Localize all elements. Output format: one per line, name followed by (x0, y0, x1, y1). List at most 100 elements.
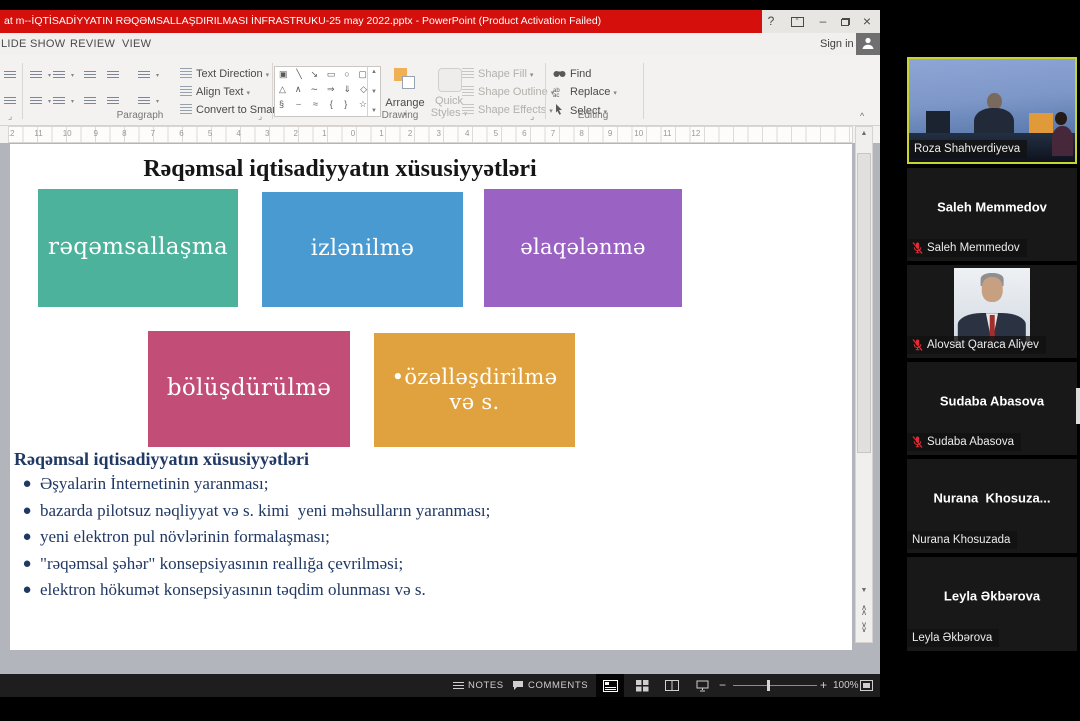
bullet-dot: ● (14, 501, 40, 521)
slide-show-icon (696, 680, 709, 692)
indent-increase-button[interactable] (105, 68, 122, 84)
ruler-number: 3 (432, 129, 446, 138)
normal-view-button[interactable] (596, 674, 624, 697)
zoom-out-button[interactable]: − (719, 674, 726, 697)
close-button[interactable]: × (856, 10, 878, 33)
participant-tile[interactable]: Nurana Khosuza...Nurana Khosuzada (907, 459, 1077, 553)
find-button[interactable]: Find (553, 68, 591, 84)
arrange-button[interactable]: Arrange (378, 97, 432, 109)
shape-icon[interactable]: ╲ (296, 67, 301, 82)
font-group-partial-icon[interactable] (2, 94, 19, 110)
participant-tile[interactable]: Alovsat Qaraca Aliyev (907, 265, 1077, 358)
replace-button[interactable]: abacReplace▾ (553, 86, 617, 102)
tab-slide-show[interactable]: LIDE SHOW (1, 33, 65, 55)
line-spacing-button[interactable]: ▾ (136, 68, 153, 84)
shape-icon[interactable]: ⇓ (344, 82, 352, 97)
participant-name-label: Saleh Memmedov (907, 239, 1027, 257)
bullet-item: ●yeni elektron pul növlərinin formalaşma… (14, 527, 734, 547)
text-direction-button[interactable]: Text Direction▾ (180, 68, 269, 84)
tab-view[interactable]: VIEW (122, 33, 151, 55)
slide-list-heading[interactable]: Rəqəmsal iqtisadiyyatın xüsusiyyətləri (14, 449, 309, 470)
shape-icon[interactable]: § (279, 97, 284, 112)
slide-canvas[interactable]: Rəqəmsal iqtisadiyyatın xüsusiyyətləri r… (10, 144, 852, 650)
columns-button[interactable]: ▾ (136, 94, 153, 110)
slide-shape[interactable]: •özəlləşdirilmə və s. (374, 333, 575, 447)
bullets-icon (30, 71, 42, 80)
align-right-button[interactable] (82, 94, 99, 110)
shape-icon[interactable]: ↘ (311, 67, 319, 82)
numbering-button[interactable]: ▾ (51, 68, 68, 84)
tab-review[interactable]: REVIEW (70, 33, 115, 55)
slide-scrollbar[interactable]: ▲ ▼ ∧∧ ∨∨ (855, 126, 873, 643)
ruler-number: 10 (632, 129, 646, 138)
shape-icon[interactable]: ▢ (358, 67, 367, 82)
arrange-icon (394, 68, 416, 90)
shape-icon[interactable]: ◇ (360, 82, 367, 97)
ribbon-display-options-button[interactable]: ^ (786, 10, 808, 33)
participant-tile[interactable]: Sudaba Abasova Sudaba Abasova (907, 362, 1077, 455)
fit-slide-to-window-icon[interactable] (860, 680, 873, 691)
slide-shape[interactable]: əlaqələnmə (484, 189, 682, 307)
shape-icon[interactable]: △ (279, 82, 286, 97)
slide-title[interactable]: Rəqəmsal iqtisadiyyatın xüsusiyyətləri (10, 156, 670, 183)
zoom-slider-track[interactable] (733, 685, 817, 686)
next-slide-button[interactable]: ∨∨ (856, 622, 872, 632)
horizontal-ruler[interactable]: 1211109876543210123456789101112 (8, 126, 853, 143)
shape-icon[interactable]: ⌣ (296, 97, 302, 112)
zoom-slider-thumb[interactable] (767, 680, 770, 691)
slide-shape-label: izlənilmə (297, 236, 429, 262)
shape-icon[interactable]: ▣ (279, 67, 288, 82)
shape-icon[interactable]: ∧ (295, 82, 302, 97)
slide-bullet-list[interactable]: ●Əşyalarin İnternetinin yaranması;●bazar… (14, 474, 734, 607)
slide-show-view-button[interactable] (688, 674, 716, 697)
restore-button[interactable] (834, 10, 856, 33)
comments-button[interactable]: COMMENTS (528, 674, 588, 697)
slide-shape[interactable]: bölüşdürülmə (148, 331, 350, 447)
reading-view-button[interactable] (658, 674, 686, 697)
align-center-button[interactable]: ▾ (51, 94, 68, 110)
justify-button[interactable] (105, 94, 122, 110)
shape-icon[interactable]: ∼ (310, 82, 318, 97)
scroll-down-icon[interactable]: ▼ (856, 587, 872, 594)
ribbon-display-options-icon: ^ (791, 17, 804, 27)
scrollbar-thumb[interactable] (857, 153, 871, 453)
slide-sorter-view-button[interactable] (628, 674, 656, 697)
shape-outline-button[interactable]: Shape Outline▾ (462, 86, 554, 102)
account-avatar[interactable] (856, 33, 880, 55)
format-painter-partial-icon[interactable] (2, 68, 19, 84)
previous-slide-button[interactable]: ∧∧ (856, 605, 872, 615)
notes-button[interactable]: NOTES (468, 674, 504, 697)
minimize-button[interactable]: – (812, 10, 834, 33)
paragraph-dialog-launcher[interactable]: ⌟ (258, 111, 262, 122)
help-button[interactable]: ? (760, 10, 782, 33)
participant-tile[interactable]: Leyla ƏkbərovaLeyla Əkbərova (907, 557, 1077, 651)
slide-shape[interactable]: izlənilmə (262, 192, 463, 307)
participant-tile[interactable]: Roza Shahverdiyeva (907, 57, 1077, 164)
shape-icon[interactable]: ≈ (313, 97, 318, 112)
participant-tile[interactable]: Saleh Memmedov Saleh Memmedov (907, 168, 1077, 261)
collapse-ribbon-button[interactable]: ^ (860, 111, 864, 121)
shape-outline-icon (462, 86, 474, 96)
align-left-button[interactable]: ▾ (28, 94, 45, 110)
shape-icon[interactable]: ▭ (327, 67, 336, 82)
zoom-level[interactable]: 100% (833, 674, 859, 697)
drawing-dialog-launcher[interactable]: ⌟ (530, 111, 534, 122)
align-text-button[interactable]: Align Text▾ (180, 86, 250, 102)
font-dialog-launcher[interactable]: ⌟ (8, 111, 12, 122)
shape-icon[interactable]: ○ (344, 67, 349, 82)
participants-scrollbar-thumb[interactable] (1076, 388, 1080, 424)
shape-icon[interactable]: ⇒ (327, 82, 335, 97)
bullets-button[interactable]: ▾ (28, 68, 45, 84)
shape-effects-button[interactable]: Shape Effects▾ (462, 104, 553, 120)
align-right-icon (84, 97, 96, 106)
shape-fill-button[interactable]: Shape Fill▾ (462, 68, 533, 84)
bullet-text: bazarda pilotsuz nəqliyyat və s. kimi ye… (40, 501, 490, 521)
sign-in-link[interactable]: Sign in (820, 33, 854, 55)
slide-shape[interactable]: rəqəmsallaşma (38, 189, 238, 307)
bullet-dot: ● (14, 474, 40, 494)
participants-panel: Roza ShahverdiyevaSaleh Memmedov Saleh M… (905, 0, 1080, 721)
zoom-in-button[interactable]: + (820, 674, 827, 697)
columns-icon (138, 97, 150, 106)
indent-decrease-button[interactable] (82, 68, 99, 84)
scroll-up-icon[interactable]: ▲ (856, 130, 872, 137)
